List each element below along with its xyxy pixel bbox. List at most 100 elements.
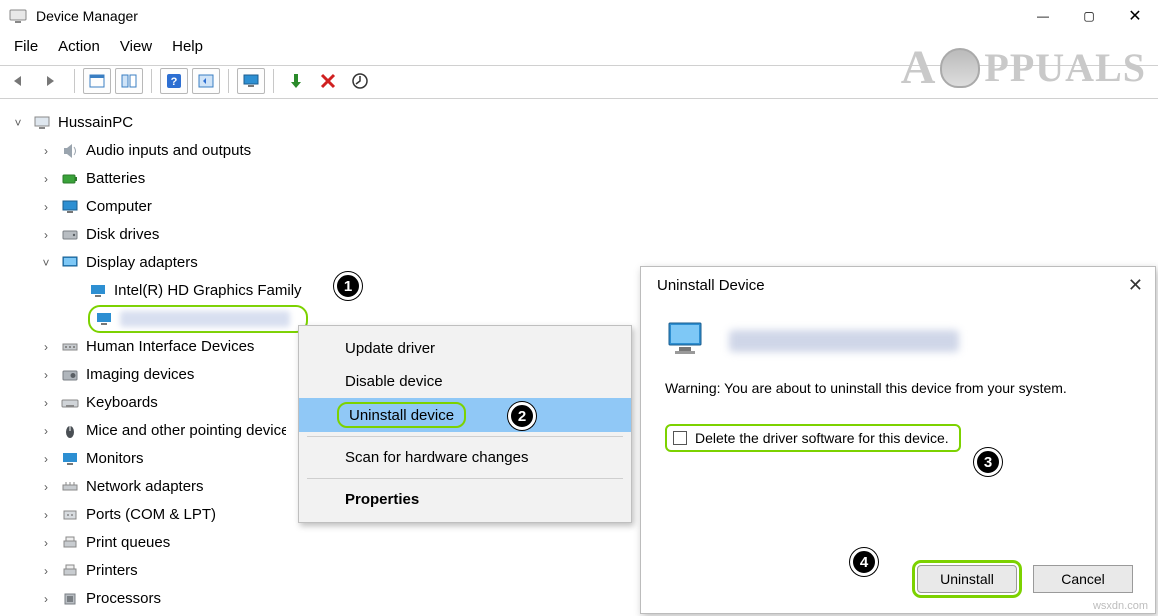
dialog-title: Uninstall Device bbox=[657, 277, 765, 294]
display-adapter-icon bbox=[665, 319, 709, 362]
expand-icon[interactable]: › bbox=[38, 501, 54, 529]
expand-icon[interactable]: › bbox=[38, 361, 54, 389]
context-menu: Update driver Disable device Uninstall d… bbox=[298, 325, 632, 523]
tree-label: Keyboards bbox=[86, 389, 158, 417]
help-button[interactable]: ? bbox=[160, 68, 188, 94]
expand-icon[interactable]: ˅ bbox=[38, 249, 54, 277]
titlebar: Device Manager — ▢ ✕ bbox=[0, 0, 1158, 32]
tree-label: Disk drives bbox=[86, 221, 159, 249]
expand-icon[interactable]: ˅ bbox=[10, 109, 26, 137]
ctx-label: Properties bbox=[345, 491, 419, 508]
install-button[interactable] bbox=[282, 68, 310, 94]
tree-item-audio[interactable]: › Audio inputs and outputs bbox=[38, 137, 1158, 165]
speaker-icon bbox=[60, 141, 80, 161]
tree-label: Network adapters bbox=[86, 473, 204, 501]
monitor-icon bbox=[60, 449, 80, 469]
uninstall-button[interactable]: Uninstall bbox=[917, 565, 1017, 593]
port-icon bbox=[60, 505, 80, 525]
show-hidden-button[interactable] bbox=[83, 68, 111, 94]
toolbar-separator bbox=[74, 69, 75, 93]
cancel-button[interactable]: Cancel bbox=[1033, 565, 1133, 593]
ctx-update-driver[interactable]: Update driver bbox=[299, 332, 631, 365]
tree-label: Ports (COM & LPT) bbox=[86, 501, 216, 529]
redacted-device-name bbox=[120, 311, 290, 327]
app-icon bbox=[8, 6, 28, 26]
toolbar-separator bbox=[228, 69, 229, 93]
checkbox-label: Delete the driver software for this devi… bbox=[695, 430, 949, 446]
menu-action[interactable]: Action bbox=[58, 38, 100, 55]
display-adapter-icon bbox=[94, 309, 114, 329]
checkbox-icon[interactable] bbox=[673, 431, 687, 445]
ctx-properties[interactable]: Properties bbox=[299, 483, 631, 516]
tree-label: Print queues bbox=[86, 529, 170, 557]
minimize-button[interactable]: — bbox=[1020, 0, 1066, 32]
tree-label: Imaging devices bbox=[86, 361, 194, 389]
toolbar-button-4[interactable] bbox=[192, 68, 220, 94]
toolbar: ? bbox=[0, 65, 1158, 99]
tree-root[interactable]: ˅ HussainPC bbox=[10, 109, 1158, 137]
expand-icon[interactable]: › bbox=[38, 417, 54, 445]
printer-icon bbox=[60, 533, 80, 553]
display-adapter-icon bbox=[60, 253, 80, 273]
ctx-disable-device[interactable]: Disable device bbox=[299, 365, 631, 398]
network-icon bbox=[60, 477, 80, 497]
printer-icon bbox=[60, 561, 80, 581]
expand-icon[interactable]: › bbox=[38, 529, 54, 557]
tree-label: Mice and other pointing devices bbox=[86, 417, 286, 445]
step-badge-3: 3 bbox=[974, 448, 1002, 476]
menu-view[interactable]: View bbox=[120, 38, 152, 55]
battery-icon bbox=[60, 169, 80, 189]
step-badge-2: 2 bbox=[508, 402, 536, 430]
expand-icon[interactable]: › bbox=[38, 389, 54, 417]
menubar: File Action View Help bbox=[0, 32, 1158, 65]
window-title: Device Manager bbox=[36, 8, 138, 24]
monitor-icon bbox=[60, 197, 80, 217]
expand-icon[interactable]: › bbox=[38, 557, 54, 585]
nav-back-button[interactable] bbox=[6, 68, 34, 94]
tree-label: Printers bbox=[86, 557, 138, 585]
mouse-icon bbox=[60, 421, 80, 441]
tree-label: Audio inputs and outputs bbox=[86, 137, 251, 165]
maximize-button[interactable]: ▢ bbox=[1066, 0, 1112, 32]
window-controls: — ▢ ✕ bbox=[1020, 0, 1158, 32]
expand-icon[interactable]: › bbox=[38, 221, 54, 249]
expand-icon[interactable]: › bbox=[38, 473, 54, 501]
tree-root-label: HussainPC bbox=[58, 109, 133, 137]
menu-help[interactable]: Help bbox=[172, 38, 203, 55]
close-button[interactable]: ✕ bbox=[1112, 0, 1158, 32]
dialog-close-button[interactable]: ✕ bbox=[1128, 275, 1143, 296]
tree-label: Human Interface Devices bbox=[86, 333, 254, 361]
tree-item-computer[interactable]: › Computer bbox=[38, 193, 1158, 221]
svg-text:?: ? bbox=[171, 76, 178, 88]
monitor-button[interactable] bbox=[237, 68, 265, 94]
expand-icon[interactable]: › bbox=[38, 333, 54, 361]
step-badge-4: 4 bbox=[850, 548, 878, 576]
tree-item-diskdrives[interactable]: › Disk drives bbox=[38, 221, 1158, 249]
display-adapter-icon bbox=[88, 281, 108, 301]
tree-label: Intel(R) HD Graphics Family bbox=[114, 277, 302, 305]
tree-item-batteries[interactable]: › Batteries bbox=[38, 165, 1158, 193]
expand-icon[interactable]: › bbox=[38, 445, 54, 473]
scan-button[interactable] bbox=[346, 68, 374, 94]
tree-label: Display adapters bbox=[86, 249, 198, 277]
expand-icon[interactable]: › bbox=[38, 137, 54, 165]
expand-icon[interactable]: › bbox=[38, 585, 54, 613]
button-label: Cancel bbox=[1061, 571, 1105, 587]
button-label: Uninstall bbox=[940, 571, 994, 587]
redacted-device-name bbox=[729, 330, 959, 352]
toolbar-button-2[interactable] bbox=[115, 68, 143, 94]
ctx-label: Uninstall device bbox=[349, 407, 454, 424]
ctx-separator bbox=[307, 478, 623, 479]
expand-icon[interactable]: › bbox=[38, 165, 54, 193]
tree-label: Processors bbox=[86, 585, 161, 613]
nav-forward-button[interactable] bbox=[38, 68, 66, 94]
delete-button[interactable] bbox=[314, 68, 342, 94]
ctx-uninstall-device[interactable]: Uninstall device bbox=[299, 398, 631, 432]
delete-driver-checkbox-row[interactable]: Delete the driver software for this devi… bbox=[665, 424, 961, 452]
selected-device-highlight[interactable] bbox=[88, 305, 308, 333]
keyboard-icon bbox=[60, 393, 80, 413]
expand-icon[interactable]: › bbox=[38, 193, 54, 221]
ctx-highlight: Uninstall device bbox=[337, 402, 466, 428]
ctx-scan-hardware[interactable]: Scan for hardware changes bbox=[299, 441, 631, 474]
menu-file[interactable]: File bbox=[14, 38, 38, 55]
